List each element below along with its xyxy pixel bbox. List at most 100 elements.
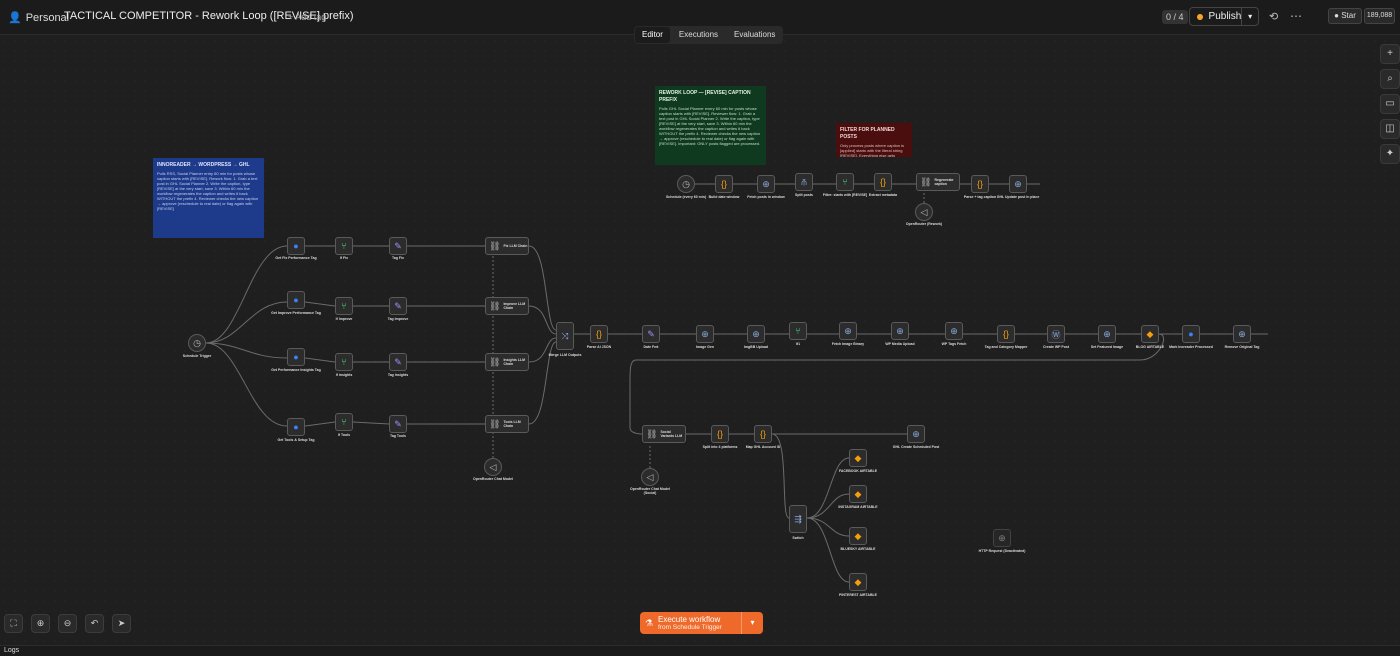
split-posts-node[interactable]: ⫚ [795,173,813,191]
if1-node[interactable]: ⑂ [789,322,807,340]
node-label: If Tools [337,433,351,437]
set-featured-image-node[interactable]: ⊕ [1098,325,1116,343]
tag-improve-node[interactable]: ✎ [389,297,407,315]
fetch-image-node[interactable]: ⊕ [839,322,857,340]
build-date-window-node[interactable]: {} [715,175,733,193]
social-variants-llm-node[interactable]: ⛓ Social Variants LLM [642,425,686,443]
sticky-note-green[interactable]: REWORK LOOP — [REVISE] CAPTION PREFIX Po… [655,86,766,165]
get-tools-tag-node[interactable]: ● [287,418,305,436]
regenerate-caption-node[interactable]: ⛓ Regenerate caption [916,173,960,191]
node-label: FACEBOOK AIRTABLE [838,469,878,473]
blog-airtable-node[interactable]: ◆ [1141,325,1159,343]
openrouter-social-node[interactable]: ◁ [641,468,659,486]
improve-llm-chain-node[interactable]: ⛓ Improve LLM Chain [485,297,529,315]
sticky-note-icon[interactable]: ▭ [1380,94,1400,114]
remove-original-tag-node[interactable]: ⊕ [1233,325,1251,343]
node-label: GHL Update post in place [996,195,1040,199]
execute-workflow-button[interactable]: ⚗ Execute workflow from Schedule Trigger… [640,612,763,634]
node-label: BLUESKY AIRTABLE [840,547,876,551]
image-gen-node[interactable]: ⊕ [696,325,714,343]
publish-button[interactable]: Publish ▾ [1189,7,1259,26]
if-fix-node[interactable]: ⑂ [335,237,353,255]
sticky-note-red[interactable]: FILTER FOR PLANNED POSTS Only process po… [836,123,912,157]
tab-evaluations[interactable]: Evaluations [727,27,782,43]
node-label: Fix LLM Chain [503,244,528,248]
ghl-update-post-node[interactable]: ⊕ [1009,175,1027,193]
ai-assistant-icon[interactable]: ✦ [1380,144,1400,164]
note-body: Pulls RSS, Social Planner entry 60 min f… [157,171,259,211]
edit-icon: ✎ [647,328,655,339]
chevron-down-icon[interactable]: ▾ [1241,8,1258,25]
sticky-note-blue[interactable]: INNOREADER → WORDPRESS → GHL Pulls RSS, … [153,158,264,238]
openrouter-model-node[interactable]: ◁ [484,458,502,476]
wp-media-upload-node[interactable]: ⊕ [891,322,909,340]
if-tools-node[interactable]: ⑂ [335,413,353,431]
bluesky-airtable-node[interactable]: ◆ [849,527,867,545]
wp-tags-fetch-node[interactable]: ⊕ [945,322,963,340]
tab-editor[interactable]: Editor [635,27,670,43]
zoom-out-icon[interactable]: ⊖ [58,614,77,633]
more-options-icon[interactable]: ⋯ [1290,9,1302,23]
add-node-icon[interactable]: + [1380,44,1400,64]
wordpress-icon: Ⓦ [1051,329,1061,340]
openrouter-rework-node[interactable]: ◁ [915,203,933,221]
node-label: Extract metadata [868,193,898,197]
ghl-create-post-node[interactable]: ⊕ [907,425,925,443]
panel-icon[interactable]: ◫ [1380,119,1400,139]
extract-metadata-node[interactable]: {} [874,173,892,191]
get-insights-tag-node[interactable]: ● [287,348,305,366]
switch-node[interactable]: ⇶ [789,505,807,533]
get-fix-tag-node[interactable]: ● [287,237,305,255]
node-label: Mark Inoreader Processed [1169,345,1213,349]
tab-executions[interactable]: Executions [672,27,725,43]
tag-fix-node[interactable]: ✎ [389,237,407,255]
tag-category-mapper-node[interactable]: {} [997,325,1015,343]
fit-view-icon[interactable]: ⛶ [4,614,23,633]
date-fmt-node[interactable]: ✎ [642,325,660,343]
filter-revise-node[interactable]: ⑂ [836,173,854,191]
branch-icon: ⑂ [341,417,347,427]
get-improve-tag-node[interactable]: ● [287,291,305,309]
code-icon: {} [1002,329,1009,339]
logs-panel-bar[interactable]: Logs [0,645,1400,656]
add-tag-link[interactable]: + Add tag [288,12,326,22]
search-icon[interactable]: ⌕ [1380,69,1400,89]
pinterest-airtable-node[interactable]: ◆ [849,573,867,591]
split-platforms-node[interactable]: {} [711,425,729,443]
create-wp-post-node[interactable]: Ⓦ [1047,325,1065,343]
history-icon[interactable]: ⟲ [1269,10,1278,23]
user-icon: 👤 [8,12,22,24]
chain-icon: ⛓ [489,300,501,311]
insights-llm-chain-node[interactable]: ⛓ Insights LLM Chain [485,353,529,371]
node-label: Image Gen [696,345,714,349]
mark-processed-node[interactable]: ● [1182,325,1200,343]
code-icon: {} [595,329,602,339]
project-breadcrumb[interactable]: 👤 Personal [8,11,69,25]
undo-icon[interactable]: ↶ [85,614,104,633]
tools-llm-chain-node[interactable]: ⛓ Tools LLM Chain [485,415,529,433]
cursor-icon[interactable]: ➤ [112,614,131,633]
zoom-in-icon[interactable]: ⊕ [31,614,50,633]
parse-caption-node[interactable]: {} [971,175,989,193]
merge-node[interactable]: ⤨ [556,322,574,350]
chevron-down-icon[interactable]: ▾ [741,612,763,634]
fix-llm-chain-node[interactable]: ⛓ Fix LLM Chain [485,237,529,255]
parse-json-node[interactable]: {} [590,325,608,343]
instagram-airtable-node[interactable]: ◆ [849,485,867,503]
github-star-button[interactable]: ● Star [1328,8,1362,24]
node-label: WP Media Upload [885,342,915,346]
if-improve-node[interactable]: ⑂ [335,297,353,315]
schedule-trigger-node[interactable]: ◷ [188,334,206,352]
split-icon: ⫚ [801,176,807,187]
fetch-posts-node[interactable]: ⊕ [757,175,775,193]
tag-tools-node[interactable]: ✎ [389,415,407,433]
schedule-60-node[interactable]: ◷ [677,175,695,193]
map-ghl-account-node[interactable]: {} [754,425,772,443]
globe-icon: ⊕ [701,328,709,339]
facebook-airtable-node[interactable]: ◆ [849,449,867,467]
http-request-node[interactable]: ⊕ [993,529,1011,547]
node-label: Switch [792,536,804,540]
tag-insights-node[interactable]: ✎ [389,353,407,371]
imgbb-upload-node[interactable]: ⊕ [747,325,765,343]
if-insights-node[interactable]: ⑂ [335,353,353,371]
